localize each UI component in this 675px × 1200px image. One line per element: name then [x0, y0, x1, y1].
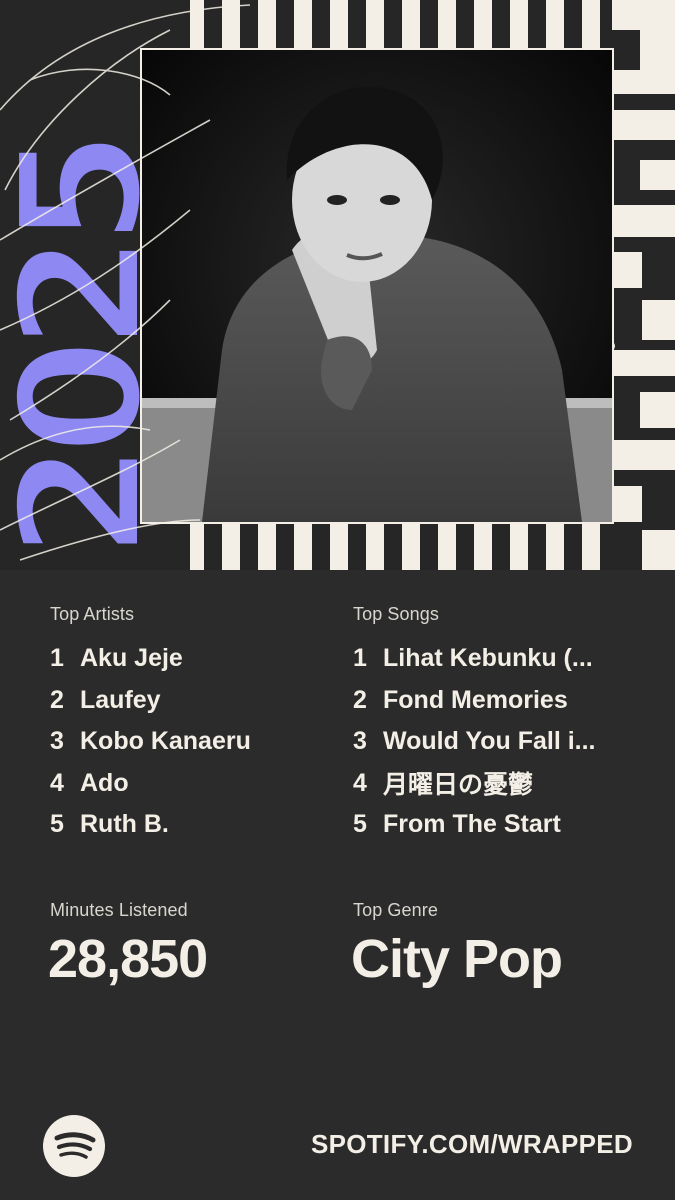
minutes-value: 28,850 [48, 929, 208, 989]
list-item: 3 Kobo Kanaeru [50, 721, 330, 763]
list-item: 4 Ado [50, 763, 330, 805]
song-name: Would You Fall i... [383, 727, 596, 756]
rank: 1 [353, 644, 367, 673]
top-songs-label: Top Songs [353, 604, 439, 624]
rank: 4 [50, 768, 64, 797]
song-name: Lihat Kebunku (... [383, 644, 593, 673]
genre-label: Top Genre [353, 900, 438, 920]
wrapped-url[interactable]: SPOTIFY.COM/WRAPPED [311, 1129, 633, 1160]
minutes-label: Minutes Listened [50, 900, 188, 920]
rank: 2 [353, 685, 367, 714]
rank: 5 [50, 810, 64, 839]
list-item: 2 Fond Memories [353, 680, 633, 722]
list-item: 5 From The Start [353, 804, 633, 846]
top-artists-list: 1 Aku Jeje 2 Laufey 3 Kobo Kanaeru 4 Ado 5 Ru… [50, 638, 330, 846]
song-name: 月曜日の憂鬱 [383, 771, 534, 800]
list-item: 3 Would You Fall i... [353, 721, 633, 763]
rank: 5 [353, 810, 367, 839]
artist-name: Ado [80, 768, 129, 797]
rank: 2 [50, 685, 64, 714]
rank: 1 [50, 644, 64, 673]
genre-value: City Pop [351, 929, 563, 989]
artist-name: Kobo Kanaeru [80, 727, 251, 756]
rank: 4 [353, 768, 367, 797]
wrapped-card: 2025 Top Artists 1 Aku Jeje 2 Laufey 3 K… [0, 0, 675, 1200]
list-item: 4 月曜日の憂鬱 [353, 763, 633, 805]
song-name: From The Start [383, 810, 561, 839]
list-item: 5 Ruth B. [50, 804, 330, 846]
song-name: Fond Memories [383, 685, 568, 714]
list-item: 1 Aku Jeje [50, 638, 330, 680]
artist-photo [140, 48, 614, 524]
list-item: 2 Laufey [50, 680, 330, 722]
hero-area: 2025 [0, 0, 675, 570]
artist-name: Aku Jeje [80, 644, 183, 673]
rank: 3 [353, 727, 367, 756]
artist-name: Laufey [80, 685, 161, 714]
list-item: 1 Lihat Kebunku (... [353, 638, 633, 680]
rank: 3 [50, 727, 64, 756]
top-artists-label: Top Artists [50, 604, 135, 624]
artist-name: Ruth B. [80, 810, 169, 839]
spotify-logo-icon [43, 1115, 105, 1177]
top-songs-list: 1 Lihat Kebunku (... 2 Fond Memories 3 Woul… [353, 638, 633, 846]
